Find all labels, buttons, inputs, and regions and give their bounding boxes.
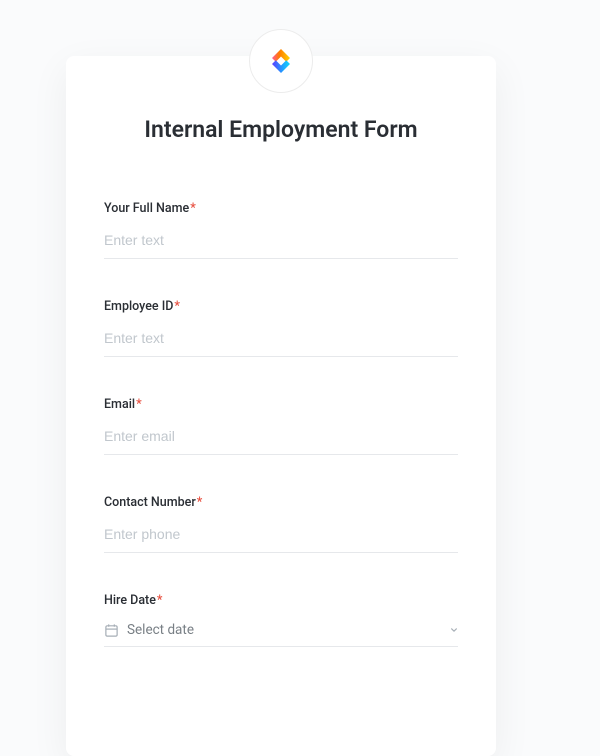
field-full-name: Your Full Name* — [104, 201, 458, 259]
email-label: Email* — [104, 397, 458, 412]
required-mark: * — [136, 397, 142, 412]
chevron-down-icon — [450, 626, 458, 634]
hire-date-input[interactable]: Select date — [104, 618, 458, 647]
employee-id-input[interactable] — [104, 324, 458, 357]
field-employee-id: Employee ID* — [104, 299, 458, 357]
field-email: Email* — [104, 397, 458, 455]
field-contact-number: Contact Number* — [104, 495, 458, 553]
hire-date-placeholder: Select date — [127, 622, 450, 638]
required-mark: * — [157, 593, 163, 608]
form-card: Internal Employment Form Your Full Name*… — [66, 56, 496, 756]
email-input[interactable] — [104, 422, 458, 455]
clickup-logo-icon — [266, 46, 296, 76]
required-mark: * — [190, 201, 196, 216]
contact-number-label: Contact Number* — [104, 495, 458, 510]
hire-date-label: Hire Date* — [104, 593, 458, 608]
contact-number-input[interactable] — [104, 520, 458, 553]
full-name-input[interactable] — [104, 226, 458, 259]
required-mark: * — [197, 495, 203, 510]
brand-logo — [249, 29, 313, 93]
calendar-icon — [104, 623, 119, 638]
full-name-label: Your Full Name* — [104, 201, 458, 216]
required-mark: * — [174, 299, 180, 314]
form-title: Internal Employment Form — [104, 116, 458, 143]
employee-id-label: Employee ID* — [104, 299, 458, 314]
field-hire-date: Hire Date* Select date — [104, 593, 458, 647]
